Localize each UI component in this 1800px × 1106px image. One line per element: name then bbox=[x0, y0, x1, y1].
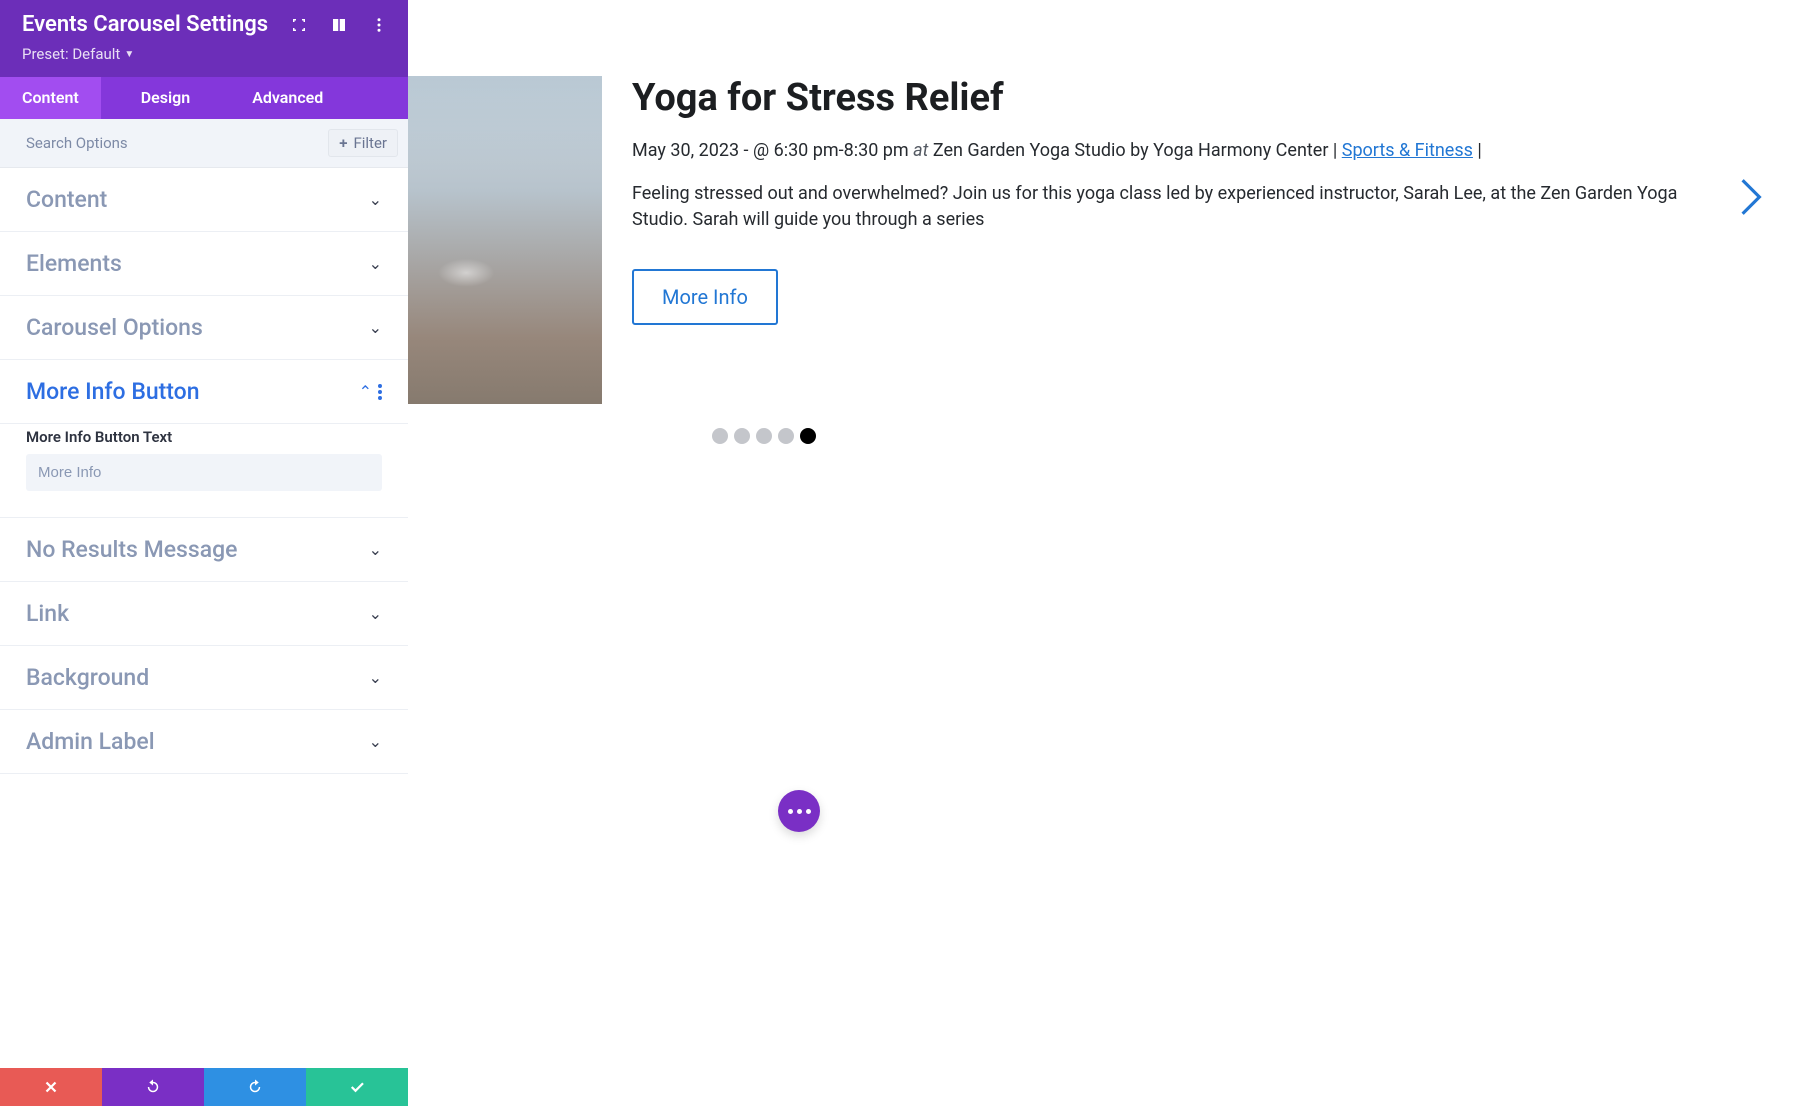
event-venue: Zen Garden Yoga Studio by Yoga Harmony C… bbox=[933, 140, 1342, 161]
layout-icon[interactable] bbox=[330, 16, 348, 34]
more-info-button[interactable]: More Info bbox=[632, 269, 778, 325]
chevron-down-icon: ⌄ bbox=[369, 604, 382, 623]
search-row: Search Options + Filter bbox=[0, 119, 408, 168]
section-more-info-button[interactable]: More Info Button ⌃ bbox=[0, 360, 408, 424]
event-meta-trailing: | bbox=[1477, 140, 1481, 161]
caret-down-icon: ▼ bbox=[124, 49, 134, 60]
section-link[interactable]: Link ⌄ bbox=[0, 582, 408, 646]
event-card: Yoga for Stress Relief May 30, 2023 - @ … bbox=[408, 0, 1800, 404]
kebab-icon[interactable] bbox=[370, 16, 388, 34]
event-description: Feeling stressed out and overwhelmed? Jo… bbox=[632, 181, 1710, 233]
panel-titlebar: Events Carousel Settings bbox=[0, 0, 408, 41]
panel-title: Events Carousel Settings bbox=[22, 12, 290, 37]
carousel-dot[interactable] bbox=[800, 428, 816, 444]
panel-header: Events Carousel Settings Preset: Default… bbox=[0, 0, 408, 119]
chevron-down-icon: ⌄ bbox=[369, 540, 382, 559]
preview-area: Yoga for Stress Relief May 30, 2023 - @ … bbox=[408, 0, 1800, 1106]
tab-advanced[interactable]: Advanced bbox=[230, 77, 345, 119]
section-label: Link bbox=[26, 600, 369, 627]
chevron-up-icon: ⌃ bbox=[359, 382, 372, 401]
search-options-input[interactable]: Search Options bbox=[26, 134, 328, 152]
redo-button[interactable] bbox=[204, 1068, 306, 1106]
plus-icon: + bbox=[339, 134, 347, 152]
carousel-dot[interactable] bbox=[778, 428, 794, 444]
chevron-down-icon: ⌄ bbox=[369, 254, 382, 273]
confirm-button[interactable] bbox=[306, 1068, 408, 1106]
chevron-down-icon: ⌄ bbox=[369, 318, 382, 337]
section-background[interactable]: Background ⌄ bbox=[0, 646, 408, 710]
section-label: No Results Message bbox=[26, 536, 369, 563]
preset-dropdown[interactable]: Preset: Default ▼ bbox=[0, 41, 156, 77]
carousel-dot[interactable] bbox=[734, 428, 750, 444]
preset-label: Preset: Default bbox=[22, 45, 120, 63]
chevron-down-icon: ⌄ bbox=[369, 190, 382, 209]
event-meta: May 30, 2023 - @ 6:30 pm-8:30 pm at Zen … bbox=[632, 138, 1710, 163]
carousel-next-button[interactable] bbox=[1738, 176, 1764, 222]
section-admin-label[interactable]: Admin Label ⌄ bbox=[0, 710, 408, 774]
more-info-text-label: More Info Button Text bbox=[26, 428, 382, 446]
event-date: May 30, 2023 - @ 6:30 pm-8:30 pm bbox=[632, 140, 913, 161]
fab-button[interactable] bbox=[778, 790, 820, 832]
chevron-down-icon: ⌄ bbox=[369, 732, 382, 751]
filter-label: Filter bbox=[353, 134, 387, 152]
section-label: More Info Button bbox=[26, 378, 359, 405]
event-image bbox=[408, 76, 602, 404]
section-more-info-body: More Info Button Text bbox=[0, 424, 408, 518]
panel-title-controls bbox=[290, 16, 394, 34]
carousel-dot[interactable] bbox=[712, 428, 728, 444]
expand-icon[interactable] bbox=[290, 16, 308, 34]
section-no-results[interactable]: No Results Message ⌄ bbox=[0, 518, 408, 582]
section-label: Elements bbox=[26, 250, 369, 277]
cancel-button[interactable] bbox=[0, 1068, 102, 1106]
section-kebab-icon[interactable] bbox=[378, 384, 382, 400]
event-category-link[interactable]: Sports & Fitness bbox=[1342, 140, 1473, 161]
event-text: Yoga for Stress Relief May 30, 2023 - @ … bbox=[632, 76, 1710, 404]
section-elements[interactable]: Elements ⌄ bbox=[0, 232, 408, 296]
section-content[interactable]: Content ⌄ bbox=[0, 168, 408, 232]
tab-design[interactable]: Design bbox=[119, 77, 212, 119]
event-at: at bbox=[913, 140, 928, 161]
section-label: Background bbox=[26, 664, 369, 691]
event-title: Yoga for Stress Relief bbox=[632, 76, 1710, 120]
section-carousel-options[interactable]: Carousel Options ⌄ bbox=[0, 296, 408, 360]
undo-button[interactable] bbox=[102, 1068, 204, 1106]
tab-content[interactable]: Content bbox=[0, 77, 101, 119]
settings-panel: Events Carousel Settings Preset: Default… bbox=[0, 0, 408, 1106]
section-label: Content bbox=[26, 186, 369, 213]
chevron-down-icon: ⌄ bbox=[369, 668, 382, 687]
carousel-dots bbox=[712, 428, 816, 444]
panel-tabs: Content Design Advanced bbox=[0, 77, 408, 119]
filter-button[interactable]: + Filter bbox=[328, 129, 398, 157]
carousel-dot[interactable] bbox=[756, 428, 772, 444]
section-label: Admin Label bbox=[26, 728, 369, 755]
more-info-text-input[interactable] bbox=[26, 454, 382, 491]
ellipsis-icon bbox=[788, 809, 811, 814]
section-label: Carousel Options bbox=[26, 314, 369, 341]
panel-footer bbox=[0, 1068, 408, 1106]
